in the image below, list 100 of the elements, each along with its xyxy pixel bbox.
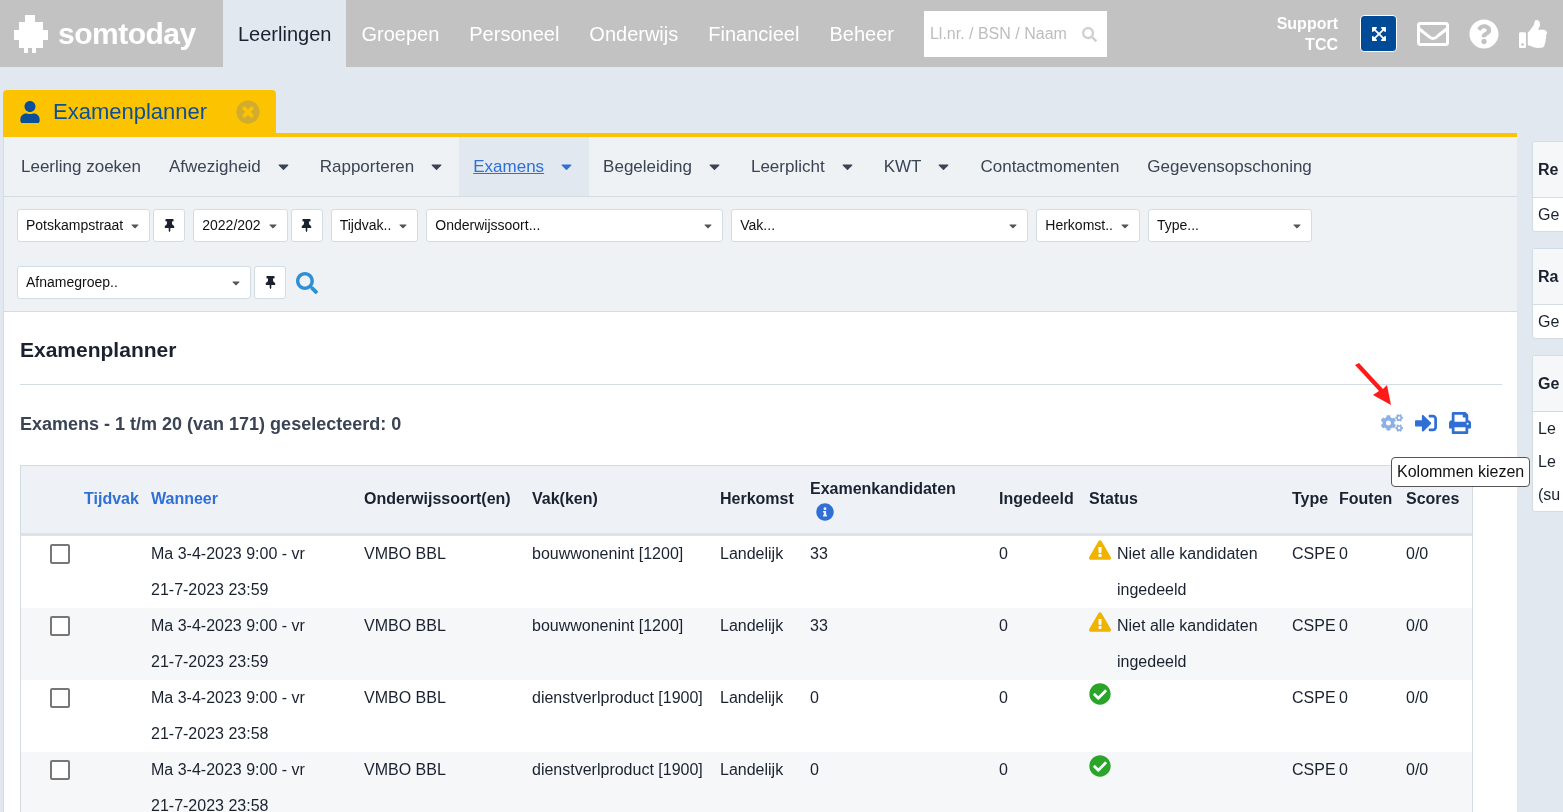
table-cell-text: 0: [999, 615, 1009, 636]
table-cell-text: Ma 3-4-2023 9:00 - vr 21-7-2023 23:58: [151, 687, 306, 744]
menu-item[interactable]: KWT: [869, 137, 967, 196]
table-cell-text: 0: [999, 543, 1009, 564]
pin-button[interactable]: [153, 209, 186, 242]
info-icon[interactable]: [816, 503, 834, 521]
support-label: Support: [1276, 13, 1338, 34]
table-cell-text: 0: [1339, 543, 1349, 564]
column-header: Vak(ken): [532, 489, 599, 509]
column-header[interactable]: Wanneer: [151, 487, 364, 511]
table-cell-text: CSPE: [1292, 615, 1337, 636]
table-cell-text: 0/0: [1406, 759, 1430, 780]
menu-item[interactable]: Rapporteren: [305, 137, 460, 196]
card-line: Le: [1538, 418, 1556, 439]
row-checkbox[interactable]: [50, 543, 70, 564]
table-cell-text: 0: [1339, 687, 1349, 708]
menu-item[interactable]: Leerling zoeken: [7, 137, 156, 196]
filter-dropdown[interactable]: Afnamegroep..: [17, 266, 251, 299]
table-cell-text: dienstverlproduct [1900]: [532, 687, 704, 708]
table-cell-text: Landelijk: [720, 687, 785, 708]
table-cell-text: 0/0: [1406, 543, 1430, 564]
table-cell-text: Ma 3-4-2023 9:00 - vr 21-7-2023 23:59: [151, 615, 306, 672]
table-cell-text: 0/0: [1406, 615, 1430, 636]
card-line: Ge: [1538, 204, 1560, 225]
card-title: Ra: [1538, 266, 1559, 287]
column-header[interactable]: Tijdvak: [84, 487, 151, 511]
results-summary: Examens - 1 t/m 20 (van 171) geselecteerd: 0: [20, 413, 402, 436]
menu-item[interactable]: Leerplicht: [736, 137, 870, 196]
table-cell-text: CSPE: [1292, 759, 1337, 780]
table-cell-text: VMBO BBL: [364, 615, 447, 636]
table-cell-text: VMBO BBL: [364, 543, 447, 564]
column-header: Onderwijssoort(en): [364, 489, 512, 509]
brand-name: somtoday: [58, 16, 196, 52]
table-cell-text: CSPE: [1292, 543, 1337, 564]
annotation-arrow: [1353, 363, 1393, 407]
page-tab[interactable]: Examenplanner: [3, 90, 276, 133]
table-cell-text: 0: [999, 687, 1009, 708]
card-line: Ge: [1538, 311, 1560, 332]
table-cell-text: 0/0: [1406, 687, 1430, 708]
search-icon: [1081, 26, 1097, 42]
column-header: Fouten: [1339, 489, 1394, 509]
row-checkbox[interactable]: [50, 759, 70, 780]
table-cell-text: 33: [810, 543, 829, 564]
table-cell-text: 0: [810, 759, 820, 780]
top-nav-tab[interactable]: Leerlingen: [223, 0, 347, 67]
menu-item[interactable]: Examens: [459, 137, 590, 196]
table-cell-text: Ma 3-4-2023 9:00 - vr 21-7-2023 23:59: [151, 543, 306, 600]
search-icon[interactable]: [296, 271, 318, 294]
table-cell-text: Landelijk: [720, 759, 785, 780]
column-header: Examenkandidaten: [810, 479, 957, 499]
card-title: Ge: [1538, 373, 1560, 394]
row-checkbox[interactable]: [50, 615, 70, 636]
pin-button[interactable]: [254, 266, 286, 299]
user-icon: [19, 100, 41, 123]
table-cell-text: CSPE: [1292, 687, 1337, 708]
filter-dropdown[interactable]: 2022/202: [193, 209, 288, 242]
table-cell-text: VMBO BBL: [364, 687, 447, 708]
column-header: Ingedeeld: [999, 489, 1075, 509]
filter-dropdown[interactable]: Vak...: [731, 209, 1029, 242]
table-cell-text: 0: [810, 687, 820, 708]
row-checkbox[interactable]: [50, 687, 70, 708]
support-label: TCC: [1305, 34, 1338, 55]
card-line: (su: [1538, 484, 1561, 505]
table-cell-text: bouwwonenint [1200]: [532, 615, 685, 636]
pin-icon: [263, 276, 277, 289]
expand-icon: [1370, 25, 1387, 42]
tooltip: Kolommen kiezen: [1391, 457, 1531, 487]
table-cell-text: Landelijk: [720, 543, 785, 564]
filter-dropdown[interactable]: Onderwijssoort...: [426, 209, 724, 242]
table-cell-text: 0: [999, 759, 1009, 780]
menu-item[interactable]: Contactmomenten: [966, 137, 1134, 196]
table-cell-text: VMBO BBL: [364, 759, 447, 780]
menu-item[interactable]: Gegevensopschoning: [1133, 137, 1326, 196]
print-icon[interactable]: [1449, 411, 1471, 434]
table-cell-text: 33: [810, 615, 829, 636]
pin-button[interactable]: [290, 209, 323, 242]
logo-icon: [12, 12, 50, 55]
status-text: Niet alle kandidaten ingedeeld: [1117, 615, 1259, 672]
table-cell-text: Landelijk: [720, 615, 785, 636]
filter-dropdown[interactable]: Type...: [1147, 209, 1312, 242]
menu-item[interactable]: Afwezigheid: [155, 137, 306, 196]
table-cell-text: 0: [1339, 615, 1349, 636]
status-text: Niet alle kandidaten ingedeeld: [1117, 543, 1259, 600]
table-cell-text: 0: [1339, 759, 1349, 780]
filter-dropdown[interactable]: Tijdvak..: [330, 209, 419, 242]
expand-button[interactable]: [1360, 15, 1397, 52]
filter-dropdown[interactable]: Herkomst..: [1036, 209, 1140, 242]
card-line: Le: [1538, 451, 1556, 472]
page-heading: Examenplanner: [20, 312, 1502, 385]
table-cell-text: dienstverlproduct [1900]: [532, 759, 704, 780]
table-cell-text: Ma 3-4-2023 9:00 - vr 21-7-2023 23:58: [151, 759, 306, 812]
pin-icon: [162, 219, 176, 232]
column-header: Status: [1089, 489, 1139, 509]
search-field[interactable]: Ll.nr. / BSN / Naam: [923, 10, 1107, 57]
filter-dropdown[interactable]: Potskampstraat: [17, 209, 151, 242]
close-icon: [236, 99, 260, 124]
card-title: Re: [1538, 159, 1559, 180]
pin-icon: [300, 219, 314, 232]
menu-item[interactable]: Begeleiding: [589, 137, 737, 196]
column-header: Type: [1292, 489, 1330, 509]
